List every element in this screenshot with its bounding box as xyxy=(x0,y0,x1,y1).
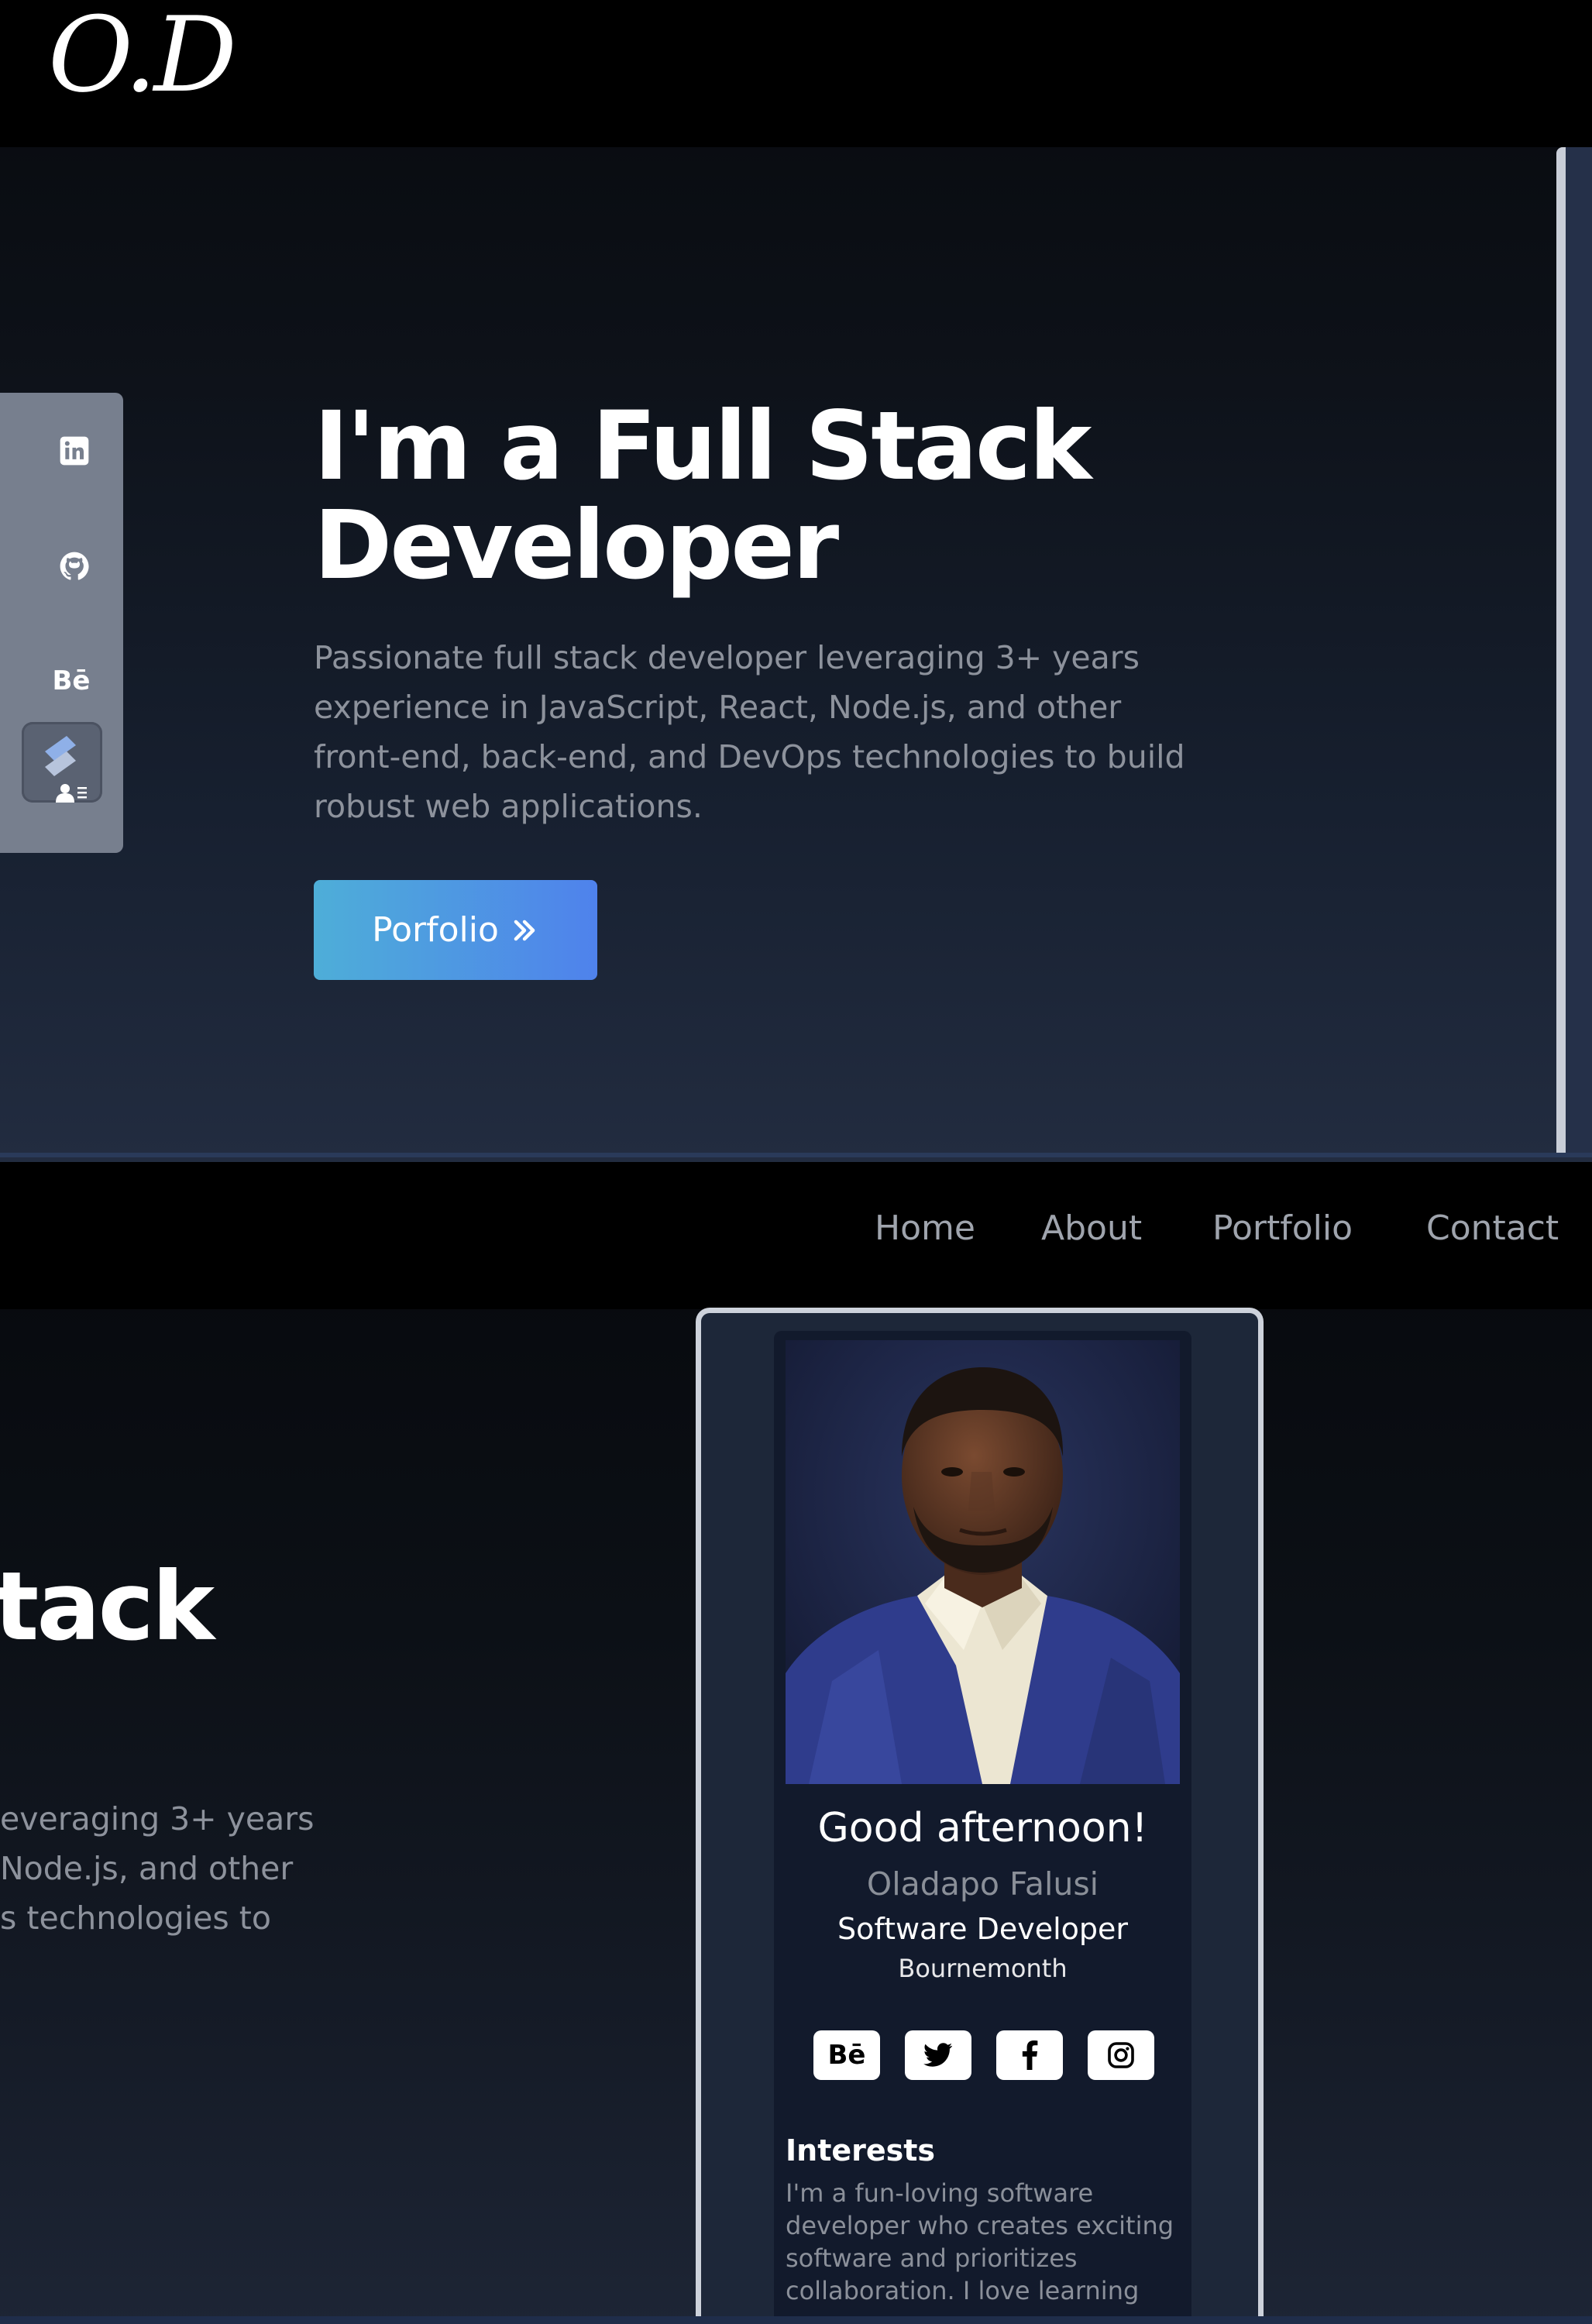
resume-icon xyxy=(45,736,87,803)
nav-bar: Home About Portfolio Contact xyxy=(0,1162,1592,1309)
top-header: O.D xyxy=(0,0,1592,147)
linkedin-icon[interactable] xyxy=(57,434,91,468)
cropped-line: everaging 3+ years xyxy=(0,1800,315,1838)
behance-icon[interactable]: Bē xyxy=(52,664,91,698)
double-chevron-right-icon xyxy=(514,920,535,940)
about-panel: Home About Portfolio Contact tack everag… xyxy=(0,1162,1592,2324)
interests-heading: Interests xyxy=(786,2133,936,2168)
hero-description-cropped: everaging 3+ years Node.js, and other s … xyxy=(0,1794,314,1943)
profile-location: Bournemonth xyxy=(898,1954,1068,1983)
social-sidebar: Bē xyxy=(0,393,123,853)
cropped-line: s technologies to xyxy=(0,1899,271,1937)
resume-button[interactable] xyxy=(22,722,102,803)
hero-title: I'm a Full Stack Developer xyxy=(314,397,1166,595)
behance-label: Bē xyxy=(827,2040,866,2071)
instagram-icon[interactable] xyxy=(1088,2030,1154,2080)
interests-text: I'm a fun-loving software developer who … xyxy=(786,2178,1174,2305)
profile-name: Oladapo Falusi xyxy=(866,1865,1099,1903)
hero-title-line2: Developer xyxy=(314,490,839,600)
behance-label: Bē xyxy=(52,665,91,696)
social-links: Bē xyxy=(813,2030,1154,2080)
nav-home[interactable]: Home xyxy=(875,1208,975,1248)
site-logo[interactable]: O.D xyxy=(48,3,237,107)
profile-photo xyxy=(786,1340,1180,1784)
behance-icon[interactable]: Bē xyxy=(813,2030,880,2080)
portfolio-button[interactable]: Porfolio xyxy=(314,880,597,980)
nav-about[interactable]: About xyxy=(1041,1208,1142,1248)
profile-card: Good afternoon! Oladapo Falusi Software … xyxy=(774,1331,1191,2324)
section-divider xyxy=(0,1153,1592,1157)
facebook-icon[interactable] xyxy=(996,2030,1063,2080)
portfolio-button-label: Porfolio xyxy=(372,910,499,950)
hero-title-line1: I'm a Full Stack xyxy=(314,391,1092,501)
device-frame-edge xyxy=(1556,147,1566,1156)
cropped-line: Node.js, and other xyxy=(0,1850,294,1887)
hero-description: Passionate full stack developer leveragi… xyxy=(314,639,1185,825)
github-icon[interactable] xyxy=(57,549,91,583)
device-frame: Good afternoon! Oladapo Falusi Software … xyxy=(696,1308,1264,2324)
section-divider xyxy=(0,2316,1592,2324)
device-frame-inner xyxy=(1566,147,1592,1156)
hero-title-cropped: tack xyxy=(0,1552,215,1662)
profile-role: Software Developer xyxy=(837,1912,1129,1946)
hero-panel: O.D Bē I'm a Full Stack Developer Passio… xyxy=(0,0,1592,1162)
nav-portfolio[interactable]: Portfolio xyxy=(1212,1208,1353,1248)
twitter-icon[interactable] xyxy=(905,2030,971,2080)
greeting: Good afternoon! xyxy=(817,1805,1148,1851)
nav-contact[interactable]: Contact xyxy=(1426,1208,1559,1248)
